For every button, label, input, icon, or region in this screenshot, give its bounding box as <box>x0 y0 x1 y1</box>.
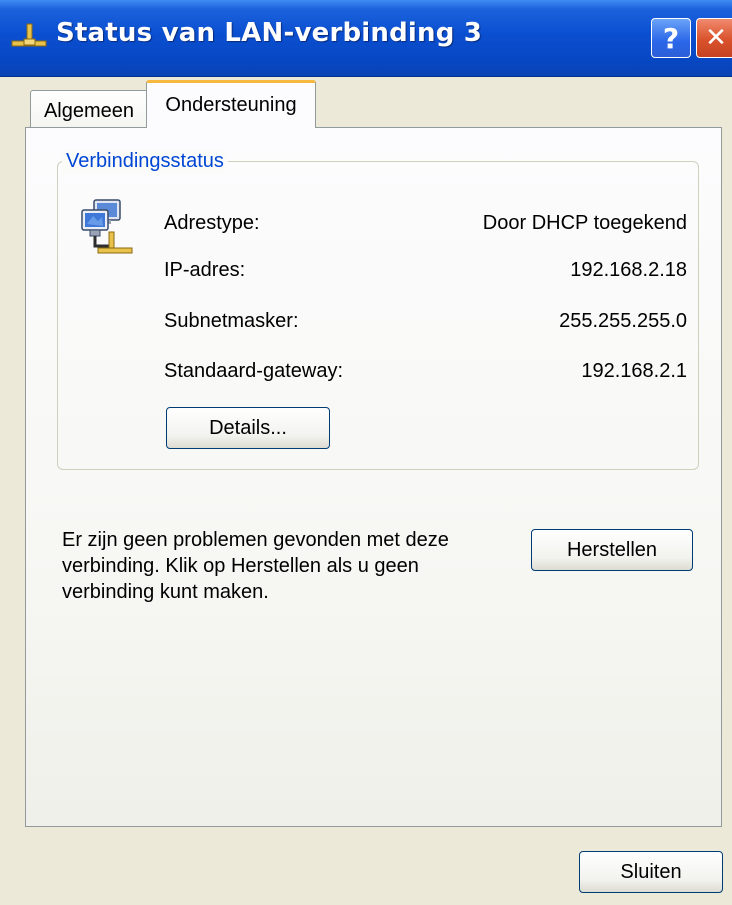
subnet-mask-label: Subnetmasker: <box>164 310 299 332</box>
network-connection-icon <box>11 23 47 47</box>
ip-address-value: 192.168.2.18 <box>570 259 687 281</box>
subnet-mask-value: 255.255.255.0 <box>559 310 687 332</box>
help-icon: ? <box>662 21 680 55</box>
close-button[interactable]: ✕ <box>696 18 732 58</box>
close-dialog-button-label: Sluiten <box>620 860 682 883</box>
address-type-label: Adrestype: <box>164 212 260 234</box>
title-bar[interactable]: Status van LAN-verbinding 3 ? ✕ <box>0 0 732 77</box>
tab-ondersteuning[interactable]: Ondersteuning <box>146 80 316 128</box>
ip-address-label: IP-adres: <box>164 259 246 281</box>
window-title: Status van LAN-verbinding 3 <box>56 18 483 48</box>
details-button-label: Details... <box>209 416 287 439</box>
tab-algemeen[interactable]: Algemeen <box>30 90 148 132</box>
repair-button[interactable]: Herstellen <box>531 529 693 571</box>
repair-message-line: Er zijn geen problemen gevonden met deze <box>62 529 449 551</box>
close-icon: ✕ <box>705 23 727 53</box>
repair-button-label: Herstellen <box>566 538 658 561</box>
close-dialog-button[interactable]: Sluiten <box>579 851 723 893</box>
details-button[interactable]: Details... <box>166 407 330 449</box>
network-computers-icon <box>81 199 133 254</box>
repair-message-line: verbinding kunt maken. <box>62 581 269 603</box>
default-gateway-label: Standaard-gateway: <box>164 360 344 382</box>
help-button[interactable]: ? <box>651 18 691 58</box>
repair-message-line: verbinding. Klik op Herstellen als u gee… <box>62 555 419 577</box>
default-gateway-value: 192.168.2.1 <box>581 360 687 382</box>
tab-label: Algemeen <box>43 100 135 122</box>
address-type-value: Door DHCP toegekend <box>482 212 687 234</box>
group-legend: Verbindingsstatus <box>62 150 228 173</box>
tab-label: Ondersteuning <box>165 94 297 116</box>
repair-message: Er zijn geen problemen gevonden met deze… <box>62 527 502 605</box>
